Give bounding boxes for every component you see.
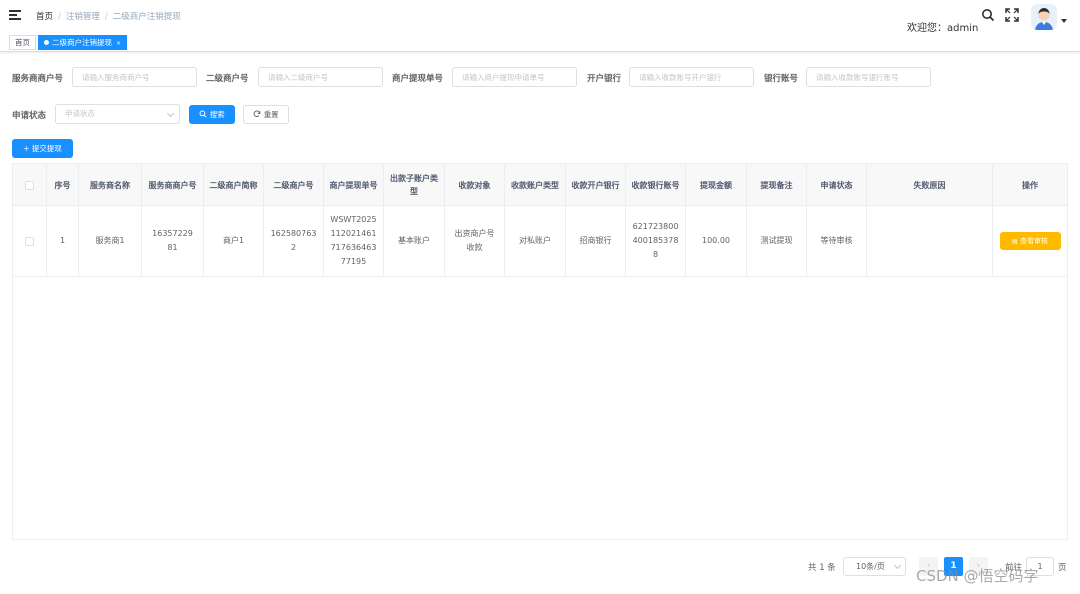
welcome-text: 欢迎您：admin <box>907 23 979 34</box>
audit-icon: ▤ <box>1012 238 1018 245</box>
chevron-down-icon[interactable] <box>1061 19 1067 23</box>
tag-home[interactable]: 首页 <box>9 35 36 50</box>
table-cell: 1635722981 <box>142 206 204 276</box>
breadcrumb-item-cancel-mgmt[interactable]: 注销管理 <box>66 12 100 22</box>
row-select-cell <box>13 206 47 276</box>
column-header: 收款开户银行 <box>566 164 626 206</box>
page-size-select[interactable]: 10条/页 <box>843 557 906 576</box>
column-header: 商户提现单号 <box>324 164 384 206</box>
tag-home-label: 首页 <box>15 38 30 47</box>
page-size-value: 10条/页 <box>856 562 885 571</box>
label-bank-account: 银行账号 <box>764 74 799 84</box>
navbar: 首页 / 注销管理 / 二级商户注销提现 欢迎您：admin <box>0 0 1080 34</box>
refresh-icon <box>253 110 261 118</box>
tag-active-label: 二级商户注销提现 <box>52 38 112 47</box>
column-header: 服务商商户号 <box>142 164 204 206</box>
bank-input[interactable] <box>629 67 754 87</box>
select-all-checkbox[interactable] <box>25 180 34 190</box>
tag-active[interactable]: 二级商户注销提现 × <box>38 35 128 50</box>
table-cell: 1625807632 <box>264 206 324 276</box>
column-header: 操作 <box>1022 180 1038 190</box>
submit-withdraw-button[interactable]: + 提交提现 <box>12 139 73 158</box>
column-header: 出款子账户类型 <box>384 164 445 206</box>
chevron-down-icon <box>893 561 902 570</box>
column-header: 提现金额 <box>686 164 747 206</box>
select-all-header <box>13 164 47 206</box>
sub-merchant-no-input[interactable] <box>258 67 383 87</box>
withdraw-no-input[interactable] <box>452 67 577 87</box>
table-cell: 6217238004001853788 <box>626 206 686 276</box>
table-cell: 出资商户号收款 <box>445 206 505 276</box>
table-row: 1 服务商1 1635722981 商户1 1625807632 WSWT202… <box>13 206 1067 277</box>
pagination-total: 共 1 条 <box>808 563 836 573</box>
close-icon[interactable]: × <box>116 40 121 47</box>
active-dot-icon <box>44 40 49 45</box>
table-cell: 商户1 <box>204 206 264 276</box>
row-checkbox[interactable] <box>25 236 34 246</box>
label-bank: 开户银行 <box>587 74 622 84</box>
chevron-down-icon <box>166 109 175 118</box>
watermark: CSDN @悟空码字 <box>916 567 1039 585</box>
search-icon <box>199 110 207 118</box>
actions-cell: ▤ 查看审核 <box>993 206 1067 276</box>
column-header: 二级商户号 <box>264 164 324 206</box>
data-table: 序号 服务商名称 服务商商户号 二级商户简称 二级商户号 商户提现单号 出款子账… <box>12 163 1068 540</box>
table-header: 序号 服务商名称 服务商商户号 二级商户简称 二级商户号 商户提现单号 出款子账… <box>13 164 1067 206</box>
table-cell <box>867 206 993 276</box>
label-withdraw-no: 商户提现单号 <box>392 74 444 84</box>
table-cell: 基本账户 <box>384 206 445 276</box>
search-button-label: 搜索 <box>209 110 225 119</box>
service-merchant-no-input[interactable] <box>72 67 197 87</box>
fullscreen-icon[interactable] <box>1005 8 1019 22</box>
search-button[interactable]: 搜索 <box>189 105 235 124</box>
table-cell: 服务商1 <box>79 206 142 276</box>
column-header: 服务商名称 <box>79 164 142 206</box>
tags-view: 首页 二级商户注销提现 × <box>0 33 1080 52</box>
view-audit-button[interactable]: ▤ 查看审核 <box>999 232 1061 250</box>
menu-toggle-icon[interactable] <box>9 10 21 20</box>
column-header: 二级商户简称 <box>204 164 264 206</box>
column-header: 失败原因 <box>867 164 993 206</box>
breadcrumb-item-home[interactable]: 首页 <box>36 12 53 22</box>
column-header: 收款银行账号 <box>626 164 686 206</box>
table-cell: 100.00 <box>686 206 747 276</box>
column-header: 序号 <box>47 164 79 206</box>
reset-button[interactable]: 重置 <box>243 105 289 124</box>
status-select[interactable]: 申请状态 <box>55 104 180 124</box>
column-header: 收款账户类型 <box>505 164 566 206</box>
status-cell: 等待审核 <box>807 206 867 276</box>
submit-withdraw-label: + 提交提现 <box>23 144 62 153</box>
table-cell: 1 <box>47 206 79 276</box>
column-header: 提现备注 <box>747 164 807 206</box>
bank-account-input[interactable] <box>806 67 931 87</box>
label-status: 申请状态 <box>12 111 47 121</box>
status-select-placeholder: 申请状态 <box>65 109 95 118</box>
column-header: 申请状态 <box>807 164 867 206</box>
avatar[interactable] <box>1031 4 1057 30</box>
table-cell: 测试提现 <box>747 206 807 276</box>
page-unit-label: 页 <box>1058 563 1067 573</box>
table-cell: 对私账户 <box>505 206 566 276</box>
search-icon[interactable] <box>981 8 995 22</box>
label-service-merchant-no: 服务商商户号 <box>12 74 64 84</box>
table-cell: 招商银行 <box>566 206 626 276</box>
breadcrumb-item-current: 二级商户注销提现 <box>112 12 181 22</box>
column-header: 收款对象 <box>445 164 505 206</box>
reset-button-label: 重置 <box>263 110 279 119</box>
breadcrumb: 首页 / 注销管理 / 二级商户注销提现 <box>36 12 181 22</box>
label-sub-merchant-no: 二级商户号 <box>206 74 249 84</box>
table-cell: WSWT202511202146171763646377195 <box>324 206 384 276</box>
view-audit-label: 查看审核 <box>1019 237 1048 245</box>
